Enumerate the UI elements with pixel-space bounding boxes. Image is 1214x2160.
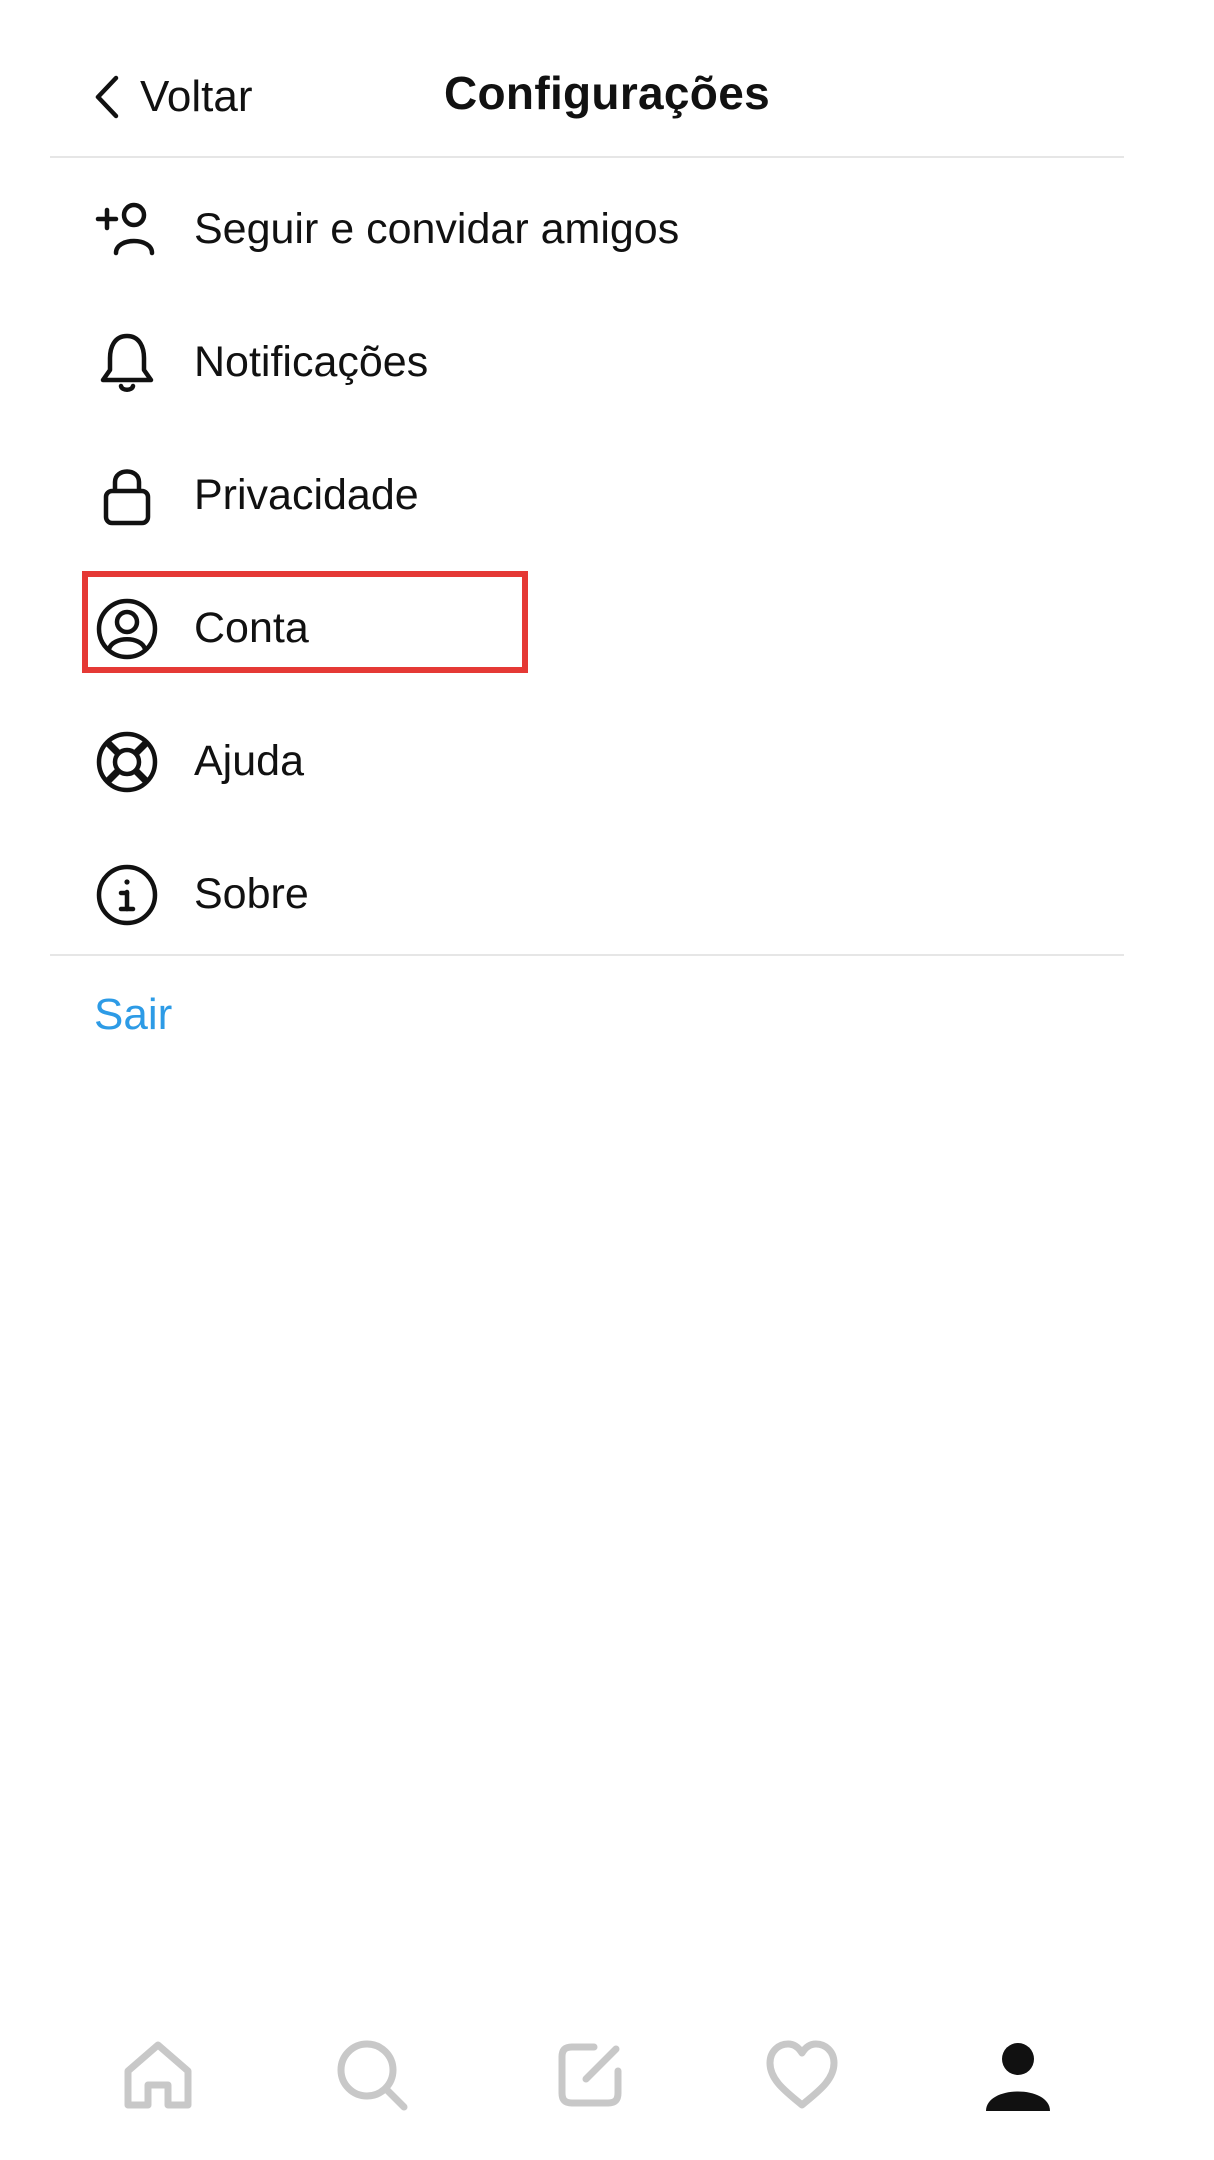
lifebuoy-icon	[92, 727, 162, 797]
bell-icon	[92, 328, 162, 398]
menu-item-about[interactable]: Sobre	[0, 828, 1214, 961]
profile-icon	[978, 2035, 1058, 2115]
nav-home[interactable]	[113, 2030, 203, 2120]
compose-icon	[550, 2035, 630, 2115]
bottom-nav	[0, 2030, 1214, 2140]
add-person-icon	[92, 195, 162, 265]
menu-item-help[interactable]: Ajuda	[0, 695, 1214, 828]
nav-profile[interactable]	[973, 2030, 1063, 2120]
nav-activity[interactable]	[757, 2030, 847, 2120]
menu-item-notifications[interactable]: Notificações	[0, 296, 1214, 429]
menu-divider	[50, 954, 1124, 956]
menu-item-privacy[interactable]: Privacidade	[0, 429, 1214, 562]
user-circle-icon	[92, 594, 162, 664]
info-icon	[92, 860, 162, 930]
page-title: Configurações	[444, 67, 770, 119]
settings-menu: Seguir e convidar amigos Notificações Pr…	[0, 163, 1214, 961]
menu-item-label: Sobre	[194, 870, 309, 918]
lock-icon	[92, 461, 162, 531]
menu-item-follow-invite[interactable]: Seguir e convidar amigos	[0, 163, 1214, 296]
nav-compose[interactable]	[545, 2030, 635, 2120]
header: Voltar Configurações	[0, 0, 1214, 158]
menu-item-label: Ajuda	[194, 737, 304, 785]
header-divider	[50, 156, 1124, 158]
menu-item-label: Privacidade	[194, 471, 419, 519]
nav-search[interactable]	[327, 2030, 417, 2120]
heart-icon	[762, 2035, 842, 2115]
menu-item-account[interactable]: Conta	[0, 562, 1214, 695]
menu-item-label: Conta	[194, 604, 309, 652]
logout-link[interactable]: Sair	[94, 990, 172, 1040]
search-icon	[332, 2035, 412, 2115]
menu-item-label: Seguir e convidar amigos	[194, 205, 680, 253]
menu-item-label: Notificações	[194, 338, 429, 386]
home-icon	[118, 2035, 198, 2115]
